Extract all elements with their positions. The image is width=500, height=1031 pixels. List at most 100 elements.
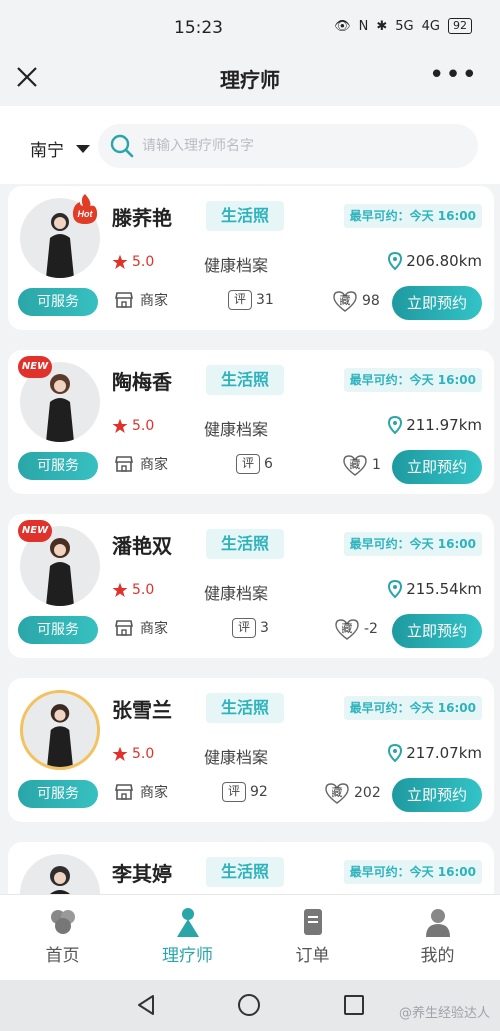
tab-label: 理疗师 <box>162 946 213 966</box>
comment-icon: 评 <box>236 454 260 474</box>
rating: 5.0 <box>112 746 154 762</box>
merchant-link[interactable]: 商家 <box>114 290 168 310</box>
distance: 217.07km <box>388 744 482 762</box>
merchant-link[interactable]: 商家 <box>114 782 168 802</box>
fav-icon-text: 藏 <box>341 622 353 635</box>
service-status-button[interactable]: 可服务 <box>18 452 98 480</box>
heart-icon: 藏 <box>334 618 360 640</box>
favorites[interactable]: 藏 1 <box>342 454 381 476</box>
star-icon <box>112 582 128 597</box>
tab-label: 首页 <box>45 946 80 966</box>
rating: 5.0 <box>112 254 154 270</box>
location-pin-icon <box>388 580 403 598</box>
book-now-button[interactable]: 立即预约 <box>392 286 482 320</box>
fav-icon-text: 藏 <box>349 458 361 471</box>
tab-therapist[interactable]: 理疗师 <box>125 895 250 980</box>
back-icon[interactable] <box>136 994 156 1016</box>
city-label: 南宁 <box>30 141 64 161</box>
therapist-card[interactable]: NEW 陶梅香 生活照 最早可约：今天 16:00 5.0 健康档案 211.9… <box>8 350 494 494</box>
order-icon <box>303 909 322 935</box>
eye-icon: 👁 <box>334 18 351 34</box>
more-icon[interactable]: ••• <box>429 60 478 90</box>
rating-value: 5.0 <box>132 746 155 762</box>
system-nav-bar: @养生经验达人 <box>0 980 500 1031</box>
rating: 5.0 <box>112 418 154 434</box>
earliest-available: 最早可约：今天 16:00 <box>343 532 482 556</box>
life-photo-button[interactable]: 生活照 <box>206 365 284 395</box>
star-icon <box>112 418 128 433</box>
location-pin-icon <box>388 416 403 434</box>
merchant-link[interactable]: 商家 <box>114 454 168 474</box>
distance: 206.80km <box>388 252 482 270</box>
earliest-available: 最早可约：今天 16:00 <box>343 696 482 720</box>
rating-value: 5.0 <box>132 418 155 434</box>
watermark: @养生经验达人 <box>398 1006 490 1021</box>
health-profile-link[interactable]: 健康档案 <box>204 416 268 440</box>
book-now-button[interactable]: 立即预约 <box>392 778 482 812</box>
service-status-button[interactable]: 可服务 <box>18 288 98 316</box>
book-now-button[interactable]: 立即预约 <box>392 614 482 648</box>
therapist-name: 张雪兰 <box>112 698 172 722</box>
star-icon <box>112 254 128 269</box>
comment-count: 92 <box>250 784 268 800</box>
earliest-available: 最早可约：今天 16:00 <box>343 860 482 884</box>
distance-value: 206.80km <box>406 252 482 270</box>
comments[interactable]: 评 31 <box>228 290 274 310</box>
therapist-card[interactable]: NEW 潘艳双 生活照 最早可约：今天 16:00 5.0 健康档案 215.5… <box>8 514 494 658</box>
therapist-card[interactable]: Hot 滕荞艳 生活照 最早可约：今天 16:00 5.0 健康档案 206.8… <box>8 186 494 330</box>
status-time: 15:23 <box>174 18 223 38</box>
tab-orders[interactable]: 订单 <box>250 895 375 980</box>
shop-icon <box>115 456 133 472</box>
life-photo-button[interactable]: 生活照 <box>206 857 284 887</box>
location-pin-icon <box>388 744 403 762</box>
comment-count: 3 <box>260 620 269 636</box>
home-button-icon[interactable] <box>238 994 260 1016</box>
life-photo-button[interactable]: 生活照 <box>206 693 284 723</box>
health-profile-link[interactable]: 健康档案 <box>204 744 268 768</box>
health-profile-link[interactable]: 健康档案 <box>204 252 268 276</box>
page-title: 理疗师 <box>220 68 280 92</box>
avatar <box>20 854 100 894</box>
tab-home[interactable]: 首页 <box>0 895 125 980</box>
earliest-available: 最早可约：今天 16:00 <box>343 368 482 392</box>
tab-profile[interactable]: 我的 <box>375 895 500 980</box>
therapist-card[interactable]: 李其婷 生活照 最早可约：今天 16:00 <box>8 842 494 894</box>
favorites[interactable]: 藏 98 <box>332 290 380 312</box>
comments[interactable]: 评 6 <box>236 454 273 474</box>
profile-icon <box>425 909 450 937</box>
service-status-button[interactable]: 可服务 <box>18 616 98 644</box>
life-photo-button[interactable]: 生活照 <box>206 201 284 231</box>
nfc-icon: N <box>358 18 369 34</box>
merchant-link[interactable]: 商家 <box>114 618 168 638</box>
comments[interactable]: 评 92 <box>222 782 268 802</box>
favorite-count: 98 <box>362 293 380 309</box>
search-box[interactable] <box>98 124 478 168</box>
life-photo-button[interactable]: 生活照 <box>206 529 284 559</box>
fav-icon-text: 藏 <box>331 786 343 799</box>
search-input[interactable] <box>142 130 462 162</box>
therapist-name: 滕荞艳 <box>112 206 172 230</box>
health-profile-link[interactable]: 健康档案 <box>204 580 268 604</box>
distance-value: 217.07km <box>406 744 482 762</box>
therapist-name: 潘艳双 <box>112 534 172 558</box>
merchant-label: 商家 <box>140 293 168 309</box>
new-badge: NEW <box>18 520 52 542</box>
city-selector[interactable]: 南宁 <box>30 136 90 161</box>
favorites[interactable]: 藏 202 <box>324 782 381 804</box>
status-bar: 15:23 👁 N ✱ 5G 4G 92 <box>0 0 500 56</box>
new-badge: NEW <box>18 356 52 378</box>
comments[interactable]: 评 3 <box>232 618 269 638</box>
therapist-card[interactable]: 张雪兰 生活照 最早可约：今天 16:00 5.0 健康档案 217.07km … <box>8 678 494 822</box>
therapist-list[interactable]: Hot 滕荞艳 生活照 最早可约：今天 16:00 5.0 健康档案 206.8… <box>0 184 500 894</box>
book-now-button[interactable]: 立即预约 <box>392 450 482 484</box>
recent-apps-icon[interactable] <box>344 995 364 1015</box>
shop-icon <box>115 620 133 636</box>
hot-badge-label: Hot <box>78 209 94 219</box>
comment-icon: 评 <box>232 618 256 638</box>
service-status-button[interactable]: 可服务 <box>18 780 98 808</box>
earliest-available: 最早可约：今天 16:00 <box>343 204 482 228</box>
distance: 211.97km <box>388 416 482 434</box>
favorites[interactable]: 藏 -2 <box>334 618 378 640</box>
location-pin-icon <box>388 252 403 270</box>
distance-value: 215.54km <box>406 580 482 598</box>
